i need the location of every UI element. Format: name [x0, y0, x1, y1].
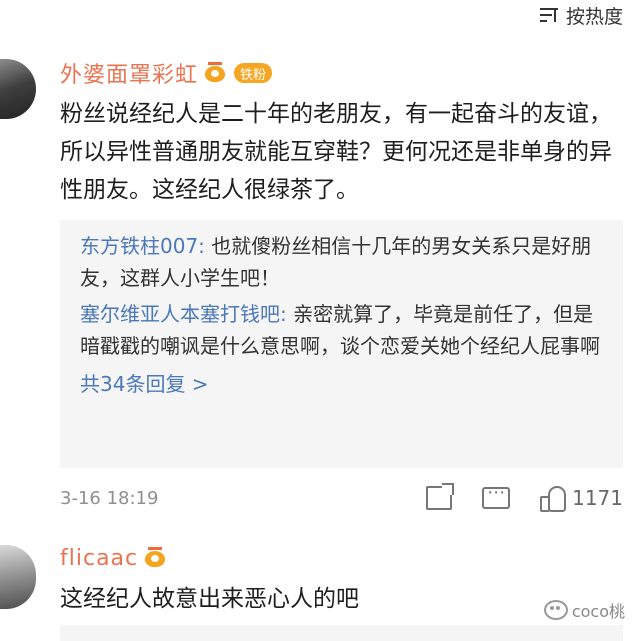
watermark: coco桃: [543, 598, 625, 622]
like-count: 1171: [572, 486, 623, 510]
reply-preview-edge: [60, 625, 623, 641]
wechat-icon: [543, 600, 568, 620]
thumbs-up-icon: [540, 486, 567, 512]
username[interactable]: flicaac: [60, 546, 138, 571]
vip-crown-heart-icon: [144, 547, 168, 569]
reply-item[interactable]: 东方铁柱007: 也就傻粉丝相信十几年的男女关系只是好朋友，这群人小学生吧！: [80, 230, 603, 294]
fan-badge: 铁粉: [234, 63, 273, 83]
avatar[interactable]: [0, 59, 36, 119]
sort-icon: [539, 6, 562, 24]
reply-preview[interactable]: 东方铁柱007: 也就傻粉丝相信十几年的男女关系只是好朋友，这群人小学生吧！ 塞…: [60, 220, 623, 468]
sort-label: 按热度: [565, 5, 623, 28]
share-button[interactable]: [426, 486, 453, 510]
like-button[interactable]: 1171: [540, 486, 623, 512]
sort-by-hot-button[interactable]: 按热度: [539, 0, 623, 30]
comment-time: 3-16 18:19: [60, 487, 159, 509]
watermark-text: coco桃: [571, 602, 625, 621]
reply-username[interactable]: 塞尔维亚人本塞打钱吧:: [80, 302, 287, 326]
view-all-replies-link[interactable]: 共34条回复 >: [80, 368, 603, 400]
reply-username[interactable]: 东方铁柱007:: [80, 234, 205, 258]
comment-text: 这经纪人故意出来恶心人的吧: [60, 586, 359, 612]
share-icon: [426, 486, 453, 510]
comment-text: 粉丝说经纪人是二十年的老朋友，有一起奋斗的友谊，所以异性普通朋友就能互穿鞋？更何…: [60, 101, 612, 203]
reply-button[interactable]: [482, 482, 511, 509]
reply-item[interactable]: 塞尔维亚人本塞打钱吧: 亲密就算了，毕竟是前任了，但是暗戳戳的嘲讽是什么意思啊，…: [80, 298, 603, 362]
comment-icon: [482, 482, 511, 509]
avatar[interactable]: [0, 545, 36, 609]
vip-crown-heart-icon: [204, 62, 228, 84]
comment-meta: 3-16 18:19 1171: [60, 480, 623, 516]
username[interactable]: 外婆面罩彩虹: [60, 57, 198, 89]
